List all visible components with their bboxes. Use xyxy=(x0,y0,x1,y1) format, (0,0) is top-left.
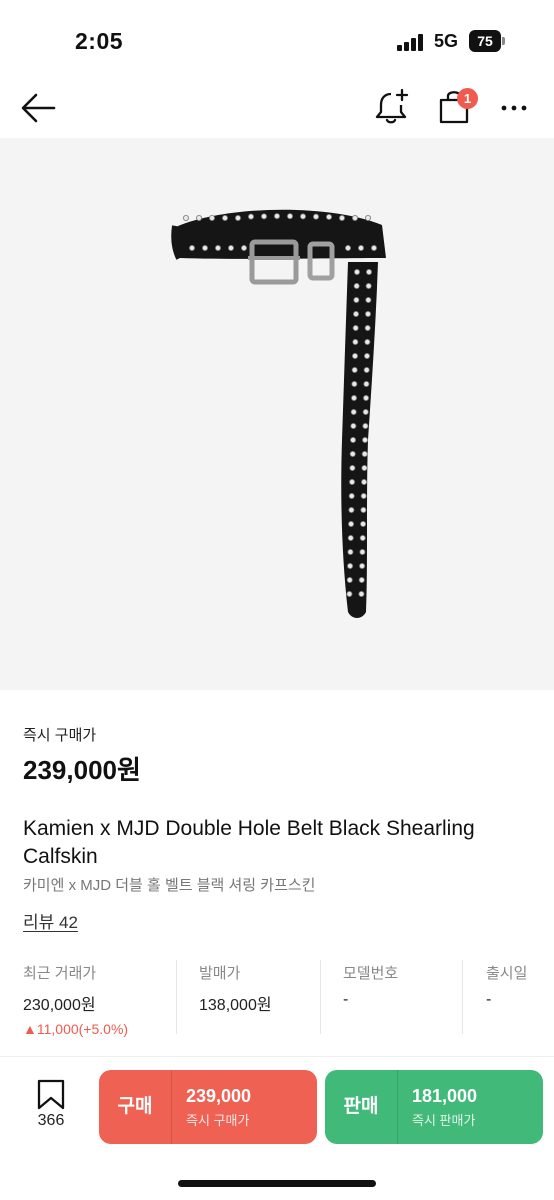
wishlist-button[interactable]: 366 xyxy=(28,1078,74,1138)
bottom-bar-separator xyxy=(0,1056,554,1057)
notification-button[interactable] xyxy=(372,86,412,128)
stat-change: ▲11,000(+5.0%) xyxy=(23,1021,129,1037)
status-bar: 2:05 5G 75 xyxy=(0,0,554,80)
bell-plus-icon xyxy=(375,88,409,124)
buy-price: 239,000 xyxy=(186,1086,252,1106)
sell-label: 판매 xyxy=(343,1096,379,1117)
stat-value: - xyxy=(486,991,492,1008)
stat-value: - xyxy=(343,991,349,1008)
buy-sublabel: 즉시 구매가 xyxy=(186,1113,250,1128)
battery-level: 75 xyxy=(469,30,501,52)
home-indicator[interactable] xyxy=(178,1180,376,1187)
sell-price: 181,000 xyxy=(412,1086,478,1106)
more-icon xyxy=(501,105,527,111)
signal-icon xyxy=(397,33,427,51)
more-options-button[interactable] xyxy=(496,90,536,126)
stat-title: 출시일 xyxy=(486,965,528,982)
stat-release-price: 발매가 138,000원 xyxy=(199,958,319,1034)
sell-button[interactable]: 판매 181,000 즉시 판매가 xyxy=(325,1070,543,1144)
stat-title: 모델번호 xyxy=(343,965,399,982)
cart-count-badge: 1 xyxy=(457,88,478,109)
buy-button[interactable]: 구매 239,000 즉시 구매가 xyxy=(99,1070,317,1144)
stat-recent-price: 최근 거래가 230,000원 ▲11,000(+5.0%) xyxy=(23,958,173,1037)
network-type: 5G xyxy=(434,31,459,51)
sell-sublabel: 즉시 판매가 xyxy=(412,1113,476,1128)
wishlist-count: 366 xyxy=(37,1112,65,1129)
belt-image xyxy=(171,209,386,618)
instant-buy-price-label: 즉시 구매가 xyxy=(23,727,97,744)
stat-value: 138,000원 xyxy=(199,997,272,1014)
divider xyxy=(462,960,463,1034)
product-stats: 최근 거래가 230,000원 ▲11,000(+5.0%) 발매가 138,0… xyxy=(0,958,554,1038)
stat-title: 최근 거래가 xyxy=(23,965,97,982)
instant-buy-price: 239,000원 xyxy=(23,755,141,785)
buy-label: 구매 xyxy=(117,1096,153,1117)
product-title-en: Kamien x MJD Double Hole Belt Black Shea… xyxy=(23,817,475,868)
review-link[interactable]: 리뷰 42 xyxy=(23,908,78,933)
stat-title: 발매가 xyxy=(199,965,241,982)
status-time: 2:05 xyxy=(75,28,124,54)
divider xyxy=(176,960,177,1034)
stat-release-date: 출시일 - xyxy=(486,958,552,1034)
stat-value: 230,000원 xyxy=(23,997,96,1014)
battery-icon: 75 xyxy=(469,30,505,52)
back-button[interactable] xyxy=(18,88,60,128)
product-image[interactable] xyxy=(0,138,554,690)
product-title-ko: 카미엔 x MJD 더블 홀 벨트 블랙 셔링 카프스킨 xyxy=(23,877,316,894)
bookmark-icon xyxy=(37,1079,65,1110)
back-arrow-icon xyxy=(21,93,56,123)
divider xyxy=(320,960,321,1034)
stat-model-number: 모델번호 - xyxy=(343,958,463,1034)
